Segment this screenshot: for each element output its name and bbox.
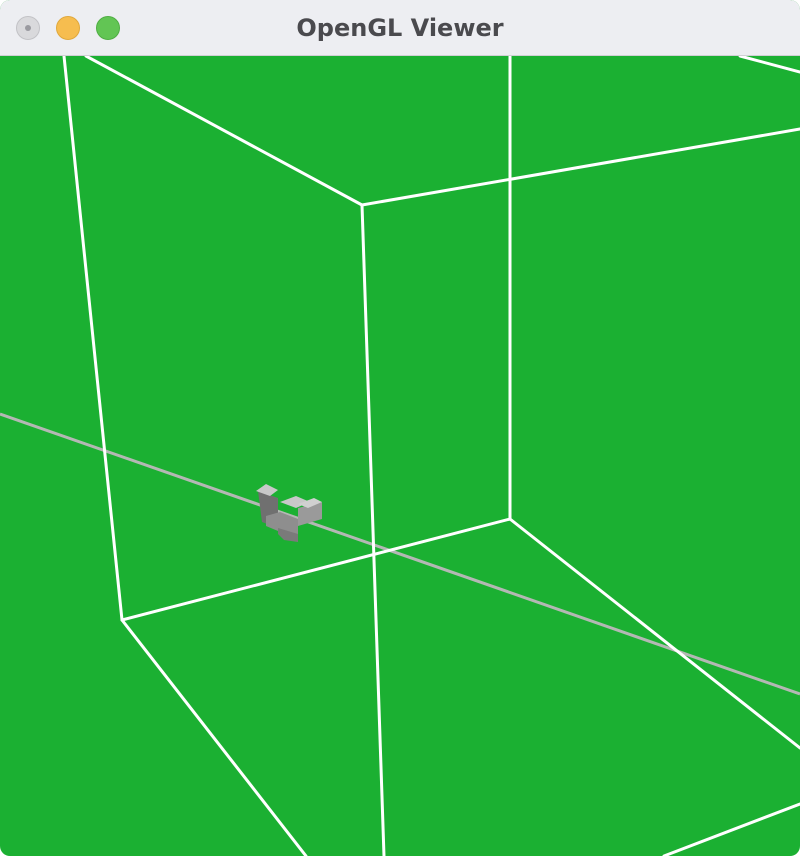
box-edge <box>120 517 512 622</box>
box-edge <box>738 56 800 74</box>
wireframe-box <box>62 56 800 856</box>
app-window: OpenGL Viewer <box>0 0 800 856</box>
window-title: OpenGL Viewer <box>296 14 504 42</box>
box-edge <box>662 802 800 856</box>
mesh-object[interactable] <box>256 484 322 542</box>
box-edge <box>508 517 800 750</box>
scene-canvas[interactable] <box>0 56 800 856</box>
box-edge <box>360 203 386 856</box>
box-edge <box>360 127 800 207</box>
box-edge <box>84 56 364 207</box>
opengl-viewport[interactable] <box>0 56 800 856</box>
box-edge <box>120 618 308 856</box>
box-edge <box>62 56 124 622</box>
title-bar[interactable]: OpenGL Viewer <box>0 0 800 56</box>
